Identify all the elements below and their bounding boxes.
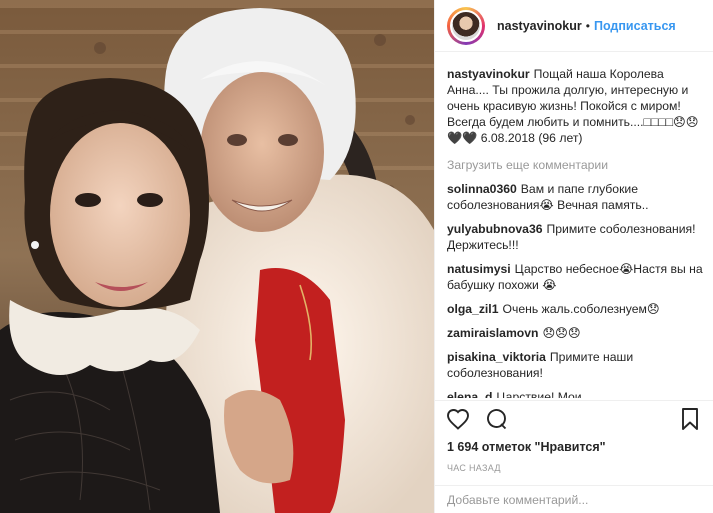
- list-item: elena_d Царствие! Мои: [447, 389, 705, 398]
- comments-list[interactable]: nastyavinokur Пощай наша Королева Анна...…: [447, 66, 705, 398]
- comment-username[interactable]: elena_d: [447, 390, 492, 398]
- action-bar: [435, 400, 713, 437]
- list-item: zamiraislamovn 😞😞😞: [447, 325, 705, 341]
- comment-bubble-icon[interactable]: [483, 406, 509, 432]
- comment-text: Царствие! Мои: [496, 390, 582, 398]
- comment-input[interactable]: [447, 492, 701, 507]
- comment-username[interactable]: yulyabubnova36: [447, 222, 543, 236]
- follow-button[interactable]: Подписаться: [594, 19, 676, 33]
- caption-username[interactable]: nastyavinokur: [447, 67, 530, 81]
- photo-illustration: [0, 0, 434, 513]
- post-photo[interactable]: [0, 0, 434, 513]
- add-comment-bar: [435, 485, 713, 513]
- header-separator: •: [585, 18, 590, 33]
- comment-text: Очень жаль.соболезнуем😞: [502, 302, 660, 316]
- avatar-image: [450, 9, 482, 42]
- avatar[interactable]: [447, 6, 485, 45]
- comment-username[interactable]: olga_zil1: [447, 302, 498, 316]
- list-item: pisakina_viktoria Примите наши соболезнов…: [447, 349, 705, 381]
- comment-username[interactable]: zamiraislamovn: [447, 326, 538, 340]
- header-username[interactable]: nastyavinokur: [497, 19, 582, 33]
- list-item: yulyabubnova36 Примите соболезнования!Дер…: [447, 221, 705, 253]
- likes-count[interactable]: 1 694 отметок "Нравится": [447, 440, 606, 454]
- heart-icon[interactable]: [445, 406, 471, 432]
- load-more-comments-link[interactable]: Загрузить еще комментарии: [447, 157, 705, 173]
- list-item: olga_zil1 Очень жаль.соболезнуем😞: [447, 301, 705, 317]
- list-item: natusimysi Царство небесное😭Настя вы на б…: [447, 261, 705, 293]
- post-sidebar: nastyavinokur • Подписаться nastyavinoku…: [434, 0, 713, 513]
- caption: nastyavinokur Пощай наша Королева Анна...…: [447, 66, 705, 146]
- post-timestamp[interactable]: ЧАС НАЗАД: [447, 463, 501, 473]
- bookmark-icon[interactable]: [677, 406, 703, 432]
- comment-username[interactable]: solinna0360: [447, 182, 517, 196]
- comment-username[interactable]: pisakina_viktoria: [447, 350, 546, 364]
- list-item: solinna0360 Вам и папе глубокие соболезно…: [447, 181, 705, 213]
- post-header: nastyavinokur • Подписаться: [435, 0, 713, 52]
- comment-text: 😞😞😞: [542, 326, 581, 340]
- comment-username[interactable]: natusimysi: [447, 262, 511, 276]
